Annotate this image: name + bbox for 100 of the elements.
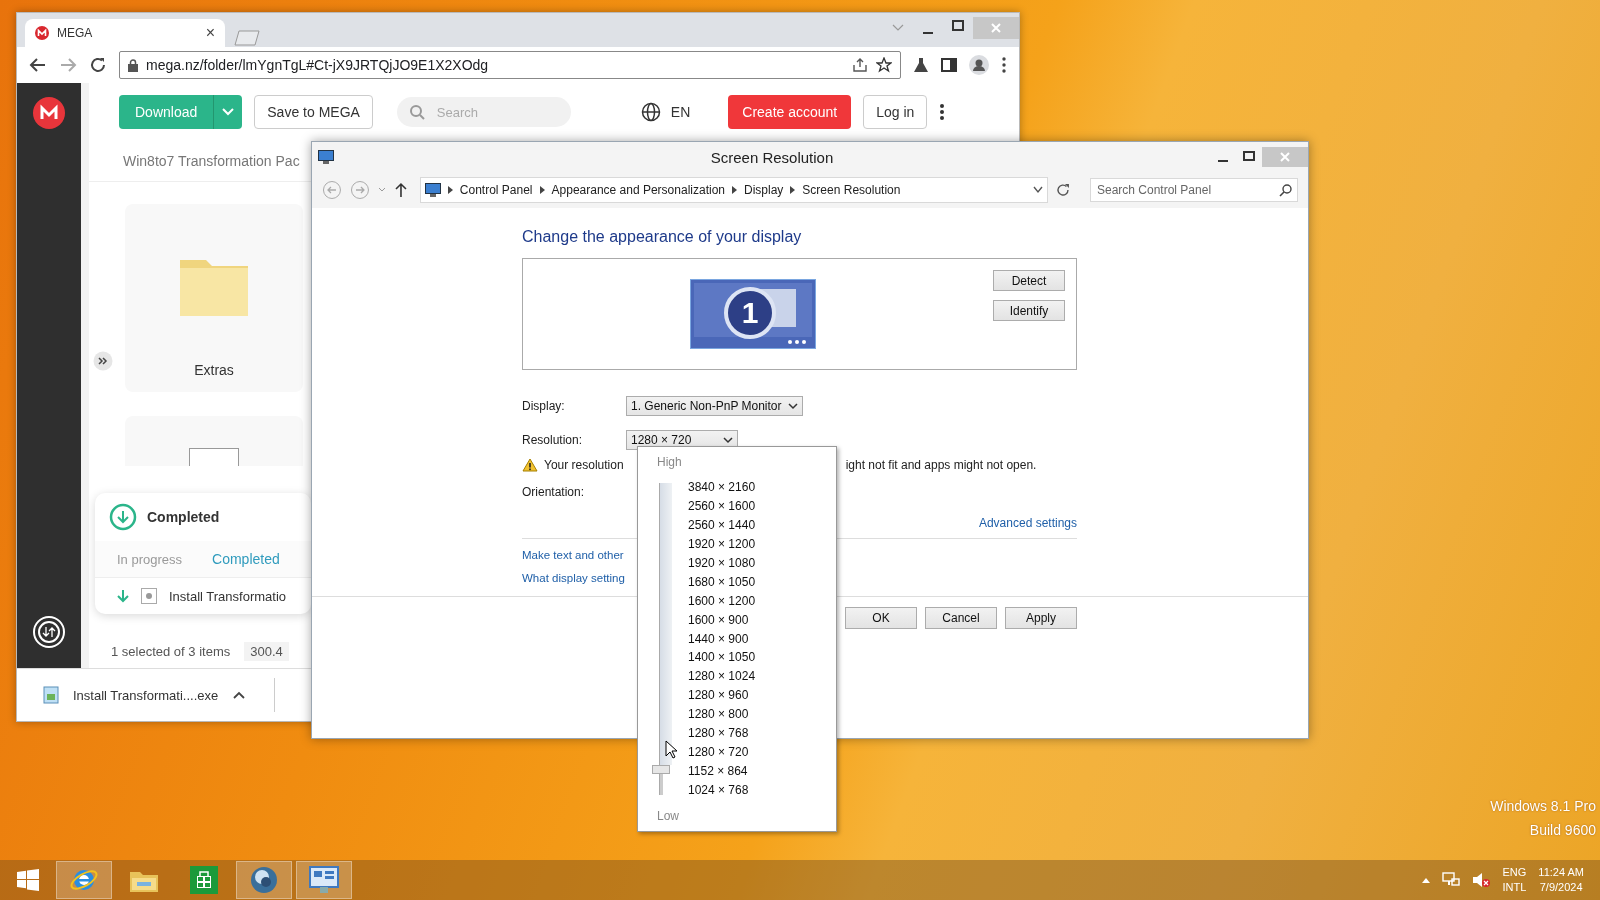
search-field[interactable]: Search bbox=[396, 97, 571, 127]
address-bar[interactable]: mega.nz/folder/lmYgnTgL#Ct-jX9JRTQjJO9E1X2XOdg bbox=[119, 51, 901, 79]
chevron-right-icon bbox=[447, 186, 453, 194]
display-dropdown[interactable]: 1. Generic Non-PnP Monitor bbox=[626, 396, 803, 416]
resolution-option[interactable]: 1280 × 720 bbox=[688, 744, 756, 762]
monitor-icon bbox=[308, 865, 340, 895]
slider-thumb[interactable] bbox=[652, 764, 670, 774]
warning-text: ight not fit and apps might not open. bbox=[845, 458, 1037, 472]
recent-pages-icon[interactable] bbox=[377, 187, 386, 193]
window-title: Screen Resolution bbox=[709, 148, 835, 166]
high-label: High bbox=[656, 455, 683, 469]
download-complete-icon bbox=[109, 503, 137, 531]
resolution-slider[interactable] bbox=[652, 483, 672, 795]
orientation-label: Orientation: bbox=[522, 485, 586, 499]
taskbar-app[interactable] bbox=[296, 861, 352, 899]
download-file-name[interactable]: Install Transformati....exe bbox=[73, 687, 219, 703]
installer-file-icon bbox=[43, 686, 59, 704]
network-icon[interactable] bbox=[1442, 872, 1461, 888]
chevron-up-icon[interactable] bbox=[232, 690, 247, 700]
resolution-option[interactable]: 1400 × 1050 bbox=[688, 649, 756, 667]
dialog-button[interactable]: Cancel bbox=[925, 607, 997, 629]
globe-icon[interactable] bbox=[640, 102, 661, 122]
more-icon[interactable] bbox=[1001, 56, 1007, 74]
resolution-option[interactable]: 3840 × 2160 bbox=[688, 479, 756, 496]
star-icon[interactable] bbox=[876, 57, 892, 73]
dialog-button[interactable]: OK bbox=[845, 607, 917, 629]
resolution-option[interactable]: 2560 × 1440 bbox=[688, 516, 756, 534]
warning-icon bbox=[522, 458, 538, 472]
transfers-icon[interactable] bbox=[33, 616, 65, 648]
more-icon[interactable] bbox=[939, 103, 946, 121]
chevron-down-icon[interactable] bbox=[1033, 186, 1044, 194]
lock-icon bbox=[128, 58, 138, 72]
breadcrumb-item[interactable]: Control Panel bbox=[459, 183, 533, 197]
resolution-option[interactable]: 1280 × 768 bbox=[688, 725, 756, 743]
resolution-option[interactable]: 1280 × 800 bbox=[688, 706, 756, 724]
transfer-file-name: Install Transformatio bbox=[169, 588, 287, 604]
share-icon[interactable] bbox=[852, 57, 868, 73]
resolution-option[interactable]: 1440 × 900 bbox=[688, 630, 756, 648]
search-icon bbox=[1279, 184, 1292, 197]
breadcrumb-item[interactable]: Appearance and Personalization bbox=[551, 183, 725, 197]
selection-count: 1 selected of 3 items bbox=[111, 643, 231, 659]
mouse-pointer-icon bbox=[665, 740, 677, 759]
refresh-icon[interactable] bbox=[1056, 183, 1070, 197]
folder-card[interactable]: Extras bbox=[125, 204, 303, 392]
language-label[interactable]: EN bbox=[670, 104, 691, 120]
speaker-muted-icon[interactable] bbox=[1472, 872, 1491, 888]
resolution-option[interactable]: 1280 × 1024 bbox=[688, 668, 756, 686]
breadcrumb-item[interactable]: Display bbox=[744, 183, 784, 197]
resolution-option[interactable]: 1152 × 864 bbox=[688, 763, 756, 781]
windows-build: Build 9600 bbox=[1529, 821, 1596, 840]
browser-tab[interactable]: MEGA × bbox=[25, 19, 225, 47]
search-icon bbox=[408, 104, 425, 120]
address-bar[interactable]: Control Panel Appearance and Personalization Display Screen Resolution bbox=[419, 177, 1049, 203]
tab-close-button[interactable]: × bbox=[205, 24, 215, 42]
resolution-option[interactable]: 1280 × 960 bbox=[688, 687, 756, 705]
profile-icon[interactable] bbox=[969, 55, 989, 75]
flask-icon[interactable] bbox=[913, 57, 929, 73]
display-settings-icon bbox=[318, 150, 334, 164]
resolution-option[interactable]: 1920 × 1080 bbox=[688, 554, 756, 572]
chevron-down-icon bbox=[787, 402, 798, 410]
save-to-mega-button[interactable]: Save to MEGA bbox=[254, 95, 373, 129]
store-icon bbox=[189, 865, 219, 895]
expand-icon[interactable] bbox=[93, 351, 113, 371]
resolution-option[interactable]: 1920 × 1200 bbox=[688, 535, 756, 553]
advanced-settings-link[interactable]: Advanced settings bbox=[978, 516, 1077, 530]
folder-path[interactable]: Win8to7 Transformation Pac bbox=[123, 153, 300, 169]
file-icon bbox=[141, 588, 157, 604]
back-icon[interactable] bbox=[29, 56, 47, 74]
low-label: Low bbox=[656, 809, 680, 823]
computer-icon bbox=[424, 183, 441, 197]
resolution-label: Resolution: bbox=[522, 433, 584, 447]
create-account-button[interactable]: Create account bbox=[728, 95, 852, 129]
resolution-option[interactable]: 1600 × 900 bbox=[688, 611, 756, 629]
reload-icon[interactable] bbox=[89, 56, 107, 74]
resolution-option[interactable]: 2560 × 1600 bbox=[688, 497, 756, 515]
log-in-button[interactable]: Log in bbox=[863, 95, 928, 129]
dialog-button[interactable]: Apply bbox=[1005, 607, 1077, 629]
resolution-option[interactable]: 1600 × 1200 bbox=[688, 592, 756, 610]
side-panel-icon[interactable] bbox=[941, 57, 957, 73]
breadcrumb-item[interactable]: Screen Resolution bbox=[802, 183, 901, 197]
dialog-button[interactable]: Detect bbox=[993, 270, 1065, 291]
display-label: Display: bbox=[522, 399, 566, 413]
selection-size: 300.4 bbox=[244, 641, 289, 661]
resolution-option[interactable]: 1680 × 1050 bbox=[688, 573, 756, 591]
chevron-right-icon bbox=[790, 186, 796, 194]
dialog-button[interactable]: Identify bbox=[993, 300, 1065, 321]
warning-text: Your resolution bbox=[544, 458, 624, 472]
up-arrow-icon[interactable] bbox=[393, 182, 408, 198]
windows-edition: Windows 8.1 Pro bbox=[1490, 797, 1596, 816]
monitor-drawing[interactable]: 1 bbox=[690, 279, 816, 349]
mega-logo-icon[interactable] bbox=[33, 97, 65, 129]
page-heading: Change the appearance of your display bbox=[522, 228, 803, 246]
chevron-right-icon bbox=[732, 186, 737, 194]
help-link[interactable]: What display setting bbox=[522, 572, 625, 584]
help-link[interactable]: Make text and other bbox=[522, 549, 624, 561]
windows-logo-icon[interactable] bbox=[17, 869, 39, 891]
transfers-title: Completed bbox=[147, 509, 220, 525]
taskbar-app[interactable] bbox=[236, 861, 292, 899]
resolution-option[interactable]: 1024 × 768 bbox=[688, 782, 756, 799]
search-field[interactable]: Search Control Panel bbox=[1090, 178, 1298, 202]
